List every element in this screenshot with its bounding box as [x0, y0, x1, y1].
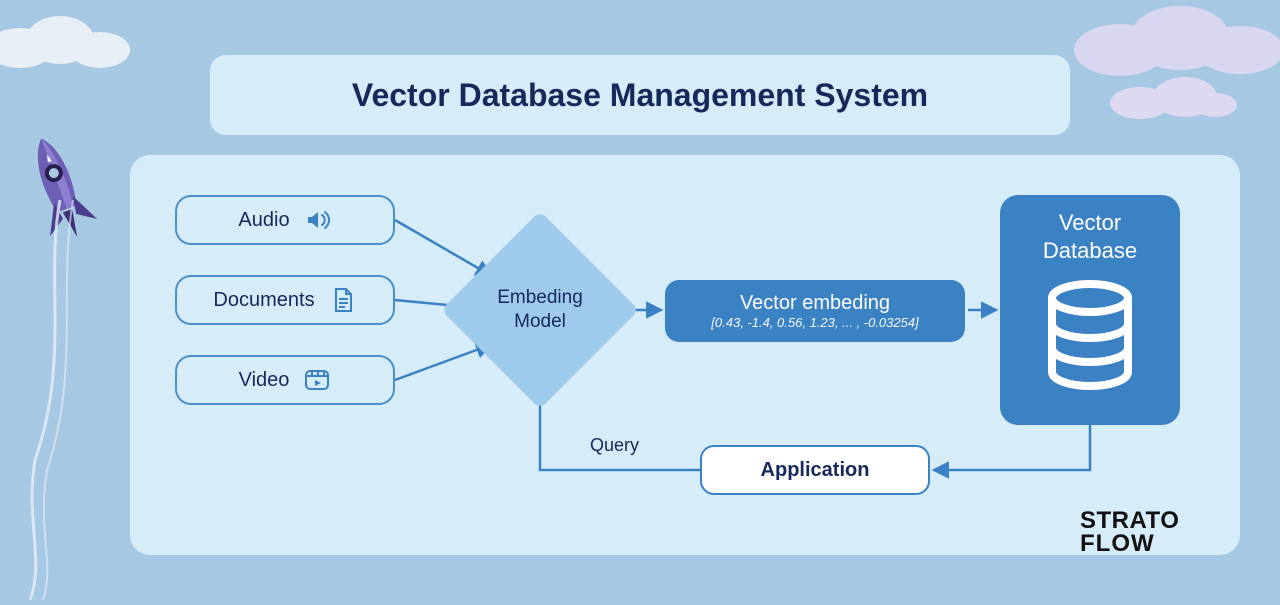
cloud-decoration-right — [1100, 75, 1240, 120]
rocket-trail — [25, 200, 85, 500]
cloud-decoration-left — [0, 10, 150, 70]
embedding-model-line2: Model — [514, 310, 566, 334]
diagram-container: Audio Documents Video — [130, 155, 1240, 555]
brand-line2: FLOW — [1080, 533, 1179, 556]
vector-database-line1: Vector — [1059, 210, 1121, 235]
input-node-audio: Audio — [175, 195, 395, 245]
vector-database-node: Vector Database — [1000, 195, 1180, 425]
input-label-audio: Audio — [238, 209, 289, 232]
database-icon — [1040, 280, 1140, 405]
input-label-documents: Documents — [213, 289, 314, 312]
embedding-model-node: Embeding Model — [470, 240, 610, 380]
diagram-title-box: Vector Database Management System — [210, 55, 1070, 135]
query-edge-label: Query — [590, 435, 639, 456]
vector-embedding-node: Vector embeding [0.43, -1.4, 0.56, 1.23,… — [665, 280, 965, 342]
cloud-decoration-topright — [1060, 0, 1280, 80]
document-icon — [329, 286, 357, 314]
audio-icon — [304, 206, 332, 234]
input-label-video: Video — [239, 369, 290, 392]
input-node-video: Video — [175, 355, 395, 405]
vector-embedding-values: [0.43, -1.4, 0.56, 1.23, ... , -0.03254] — [711, 315, 918, 330]
application-label: Application — [761, 459, 870, 482]
brand-logo: STRATO FLOW — [1080, 510, 1179, 556]
input-node-documents: Documents — [175, 275, 395, 325]
vector-embedding-title: Vector embeding — [740, 292, 890, 315]
vector-database-line2: Database — [1043, 238, 1137, 263]
diagram-title: Vector Database Management System — [352, 77, 928, 114]
video-icon — [303, 366, 331, 394]
application-node: Application — [700, 445, 930, 495]
embedding-model-line1: Embeding — [497, 286, 583, 310]
